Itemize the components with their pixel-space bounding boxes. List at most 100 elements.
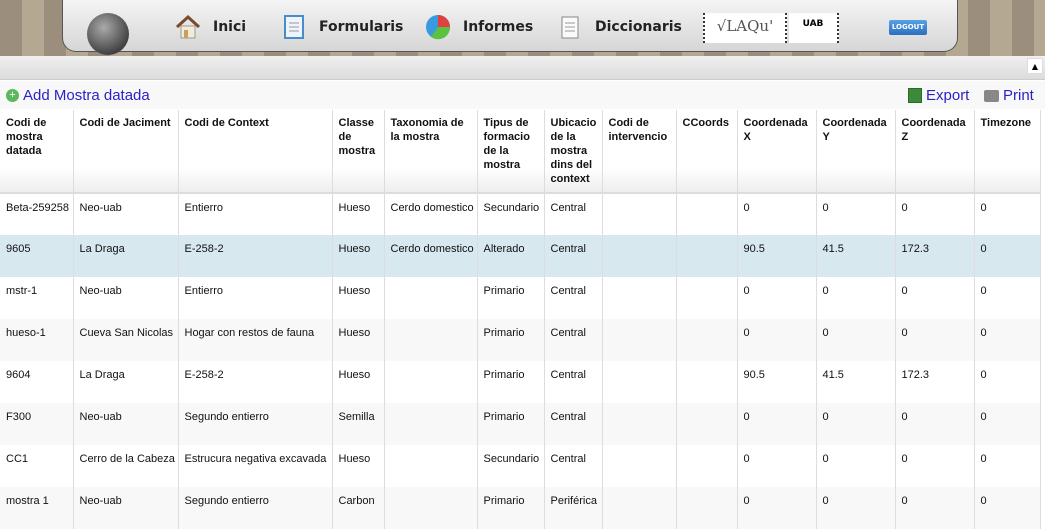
table-row[interactable]: 9604 La Draga E-258-2 Hueso Primario Central 9…: [0, 361, 1041, 403]
table-cell: Cueva San Nicolas: [73, 319, 179, 361]
collapse-button[interactable]: ▲: [1027, 58, 1043, 74]
table-cell: Hueso: [332, 235, 385, 277]
table-cell: Cerdo domestico: [384, 193, 478, 235]
table-cell: Primario: [477, 403, 545, 445]
table-row[interactable]: 9605 La Draga E-258-2 Hueso Cerdo domestico A…: [0, 235, 1041, 277]
table-cell: Central: [544, 403, 603, 445]
table-cell: E-258-2: [178, 361, 333, 403]
table-cell: 0: [895, 277, 975, 319]
table-cell: [676, 361, 738, 403]
table-row[interactable]: hueso-1 Cueva San Nicolas Hogar con restos…: [0, 319, 1041, 361]
table-cell: 0: [974, 445, 1041, 487]
column-header[interactable]: Codi de Context: [178, 110, 333, 194]
mostra-table: Codi de mostra datada Codi de Jaciment Cod…: [0, 110, 1041, 529]
table-cell: [384, 361, 478, 403]
column-header[interactable]: CCoords: [676, 110, 738, 194]
table-cell: [676, 193, 738, 235]
table-cell: [384, 487, 478, 529]
table-cell: 0: [974, 403, 1041, 445]
table-cell: 0: [816, 193, 896, 235]
table-row[interactable]: CC1 Cerro de la Cabeza Estrucura negativa …: [0, 445, 1041, 487]
table-cell: 0: [974, 235, 1041, 277]
home-icon: [175, 14, 201, 39]
table-cell: mstr-1: [0, 277, 74, 319]
nav-label: Informes: [463, 19, 534, 35]
table-cell: hueso-1: [0, 319, 74, 361]
column-header[interactable]: Codi de intervencio: [602, 110, 677, 194]
table-cell: [602, 361, 677, 403]
column-header[interactable]: Coordenada Y: [816, 110, 896, 194]
table-cell: Semilla: [332, 403, 385, 445]
table-row[interactable]: mostra 1 Neo-uab Segundo entierro Carbon Pri…: [0, 487, 1041, 529]
nav-label: Formularis: [319, 19, 404, 35]
table-cell: [676, 319, 738, 361]
printer-icon: [984, 89, 999, 102]
logout-button[interactable]: LOGOUT: [889, 20, 927, 35]
column-header[interactable]: Ubicacio de la mostra dins del context: [544, 110, 603, 194]
table-row[interactable]: F300 Neo-uab Segundo entierro Semilla Primar…: [0, 403, 1041, 445]
table-cell: 0: [816, 487, 896, 529]
column-header[interactable]: Taxonomia de la mostra: [384, 110, 478, 194]
table-cell: [602, 445, 677, 487]
table-cell: 90.5: [737, 235, 817, 277]
table-cell: Central: [544, 193, 603, 235]
pie-chart-icon: [426, 15, 451, 40]
column-header[interactable]: Timezone: [974, 110, 1041, 194]
nav-diccionaris[interactable]: Diccionaris: [557, 14, 682, 40]
table-row[interactable]: Beta-259258 Neo-uab Entierro Hueso Cerdo dom…: [0, 193, 1041, 235]
table-cell: Primario: [477, 319, 545, 361]
nav-informes[interactable]: Informes: [425, 14, 533, 40]
table-cell: Secundario: [477, 445, 545, 487]
column-header[interactable]: Coordenada Z: [895, 110, 975, 194]
print-button[interactable]: Print: [984, 87, 1034, 104]
table-cell: Cerro de la Cabeza: [73, 445, 179, 487]
table-cell: Carbon: [332, 487, 385, 529]
add-mostra-button[interactable]: + Add Mostra datada: [6, 87, 150, 104]
table-cell: La Draga: [73, 361, 179, 403]
table-cell: [384, 403, 478, 445]
table-cell: 0: [737, 445, 817, 487]
column-header[interactable]: Coordenada X: [737, 110, 817, 194]
table-cell: [602, 235, 677, 277]
table-cell: [676, 277, 738, 319]
uab-logo: UAB: [789, 13, 839, 43]
table-cell: Segundo entierro: [178, 487, 333, 529]
nav-inici[interactable]: Inici: [175, 14, 246, 40]
add-icon: +: [6, 89, 19, 102]
sub-bar: ▲: [0, 56, 1045, 80]
column-header[interactable]: Tipus de formacio de la mostra: [477, 110, 545, 194]
table-cell: Hogar con restos de fauna: [178, 319, 333, 361]
add-label: Add Mostra datada: [23, 87, 150, 104]
table-cell: Neo-uab: [73, 403, 179, 445]
table-cell: 0: [895, 445, 975, 487]
table-cell: [676, 445, 738, 487]
table-cell: Beta-259258: [0, 193, 74, 235]
table-cell: Central: [544, 361, 603, 403]
table-cell: Central: [544, 277, 603, 319]
table-cell: [384, 319, 478, 361]
column-header[interactable]: Codi de Jaciment: [73, 110, 179, 194]
table-cell: 0: [816, 445, 896, 487]
table-cell: 0: [737, 193, 817, 235]
export-button[interactable]: Export: [908, 87, 969, 104]
table-cell: [384, 277, 478, 319]
table-cell: 90.5: [737, 361, 817, 403]
print-label: Print: [1003, 87, 1034, 104]
header-banner: Inici Formularis Informes Diccionaris √L…: [0, 0, 1045, 56]
column-header[interactable]: Codi de mostra datada: [0, 110, 74, 194]
nav-label: Inici: [213, 19, 247, 35]
table-cell: 0: [737, 277, 817, 319]
table-cell: 0: [737, 487, 817, 529]
table-cell: Secundario: [477, 193, 545, 235]
table-cell: 0: [895, 403, 975, 445]
column-header[interactable]: Classe de mostra: [332, 110, 385, 194]
export-label: Export: [926, 87, 970, 104]
table-cell: 0: [974, 361, 1041, 403]
table-row[interactable]: mstr-1 Neo-uab Entierro Hueso Primario Centra…: [0, 277, 1041, 319]
table-cell: Hueso: [332, 193, 385, 235]
table-cell: Periférica: [544, 487, 603, 529]
nav-formularis[interactable]: Formularis: [281, 14, 403, 40]
table-cell: [676, 403, 738, 445]
table-cell: 0: [974, 487, 1041, 529]
table-cell: 0: [974, 193, 1041, 235]
